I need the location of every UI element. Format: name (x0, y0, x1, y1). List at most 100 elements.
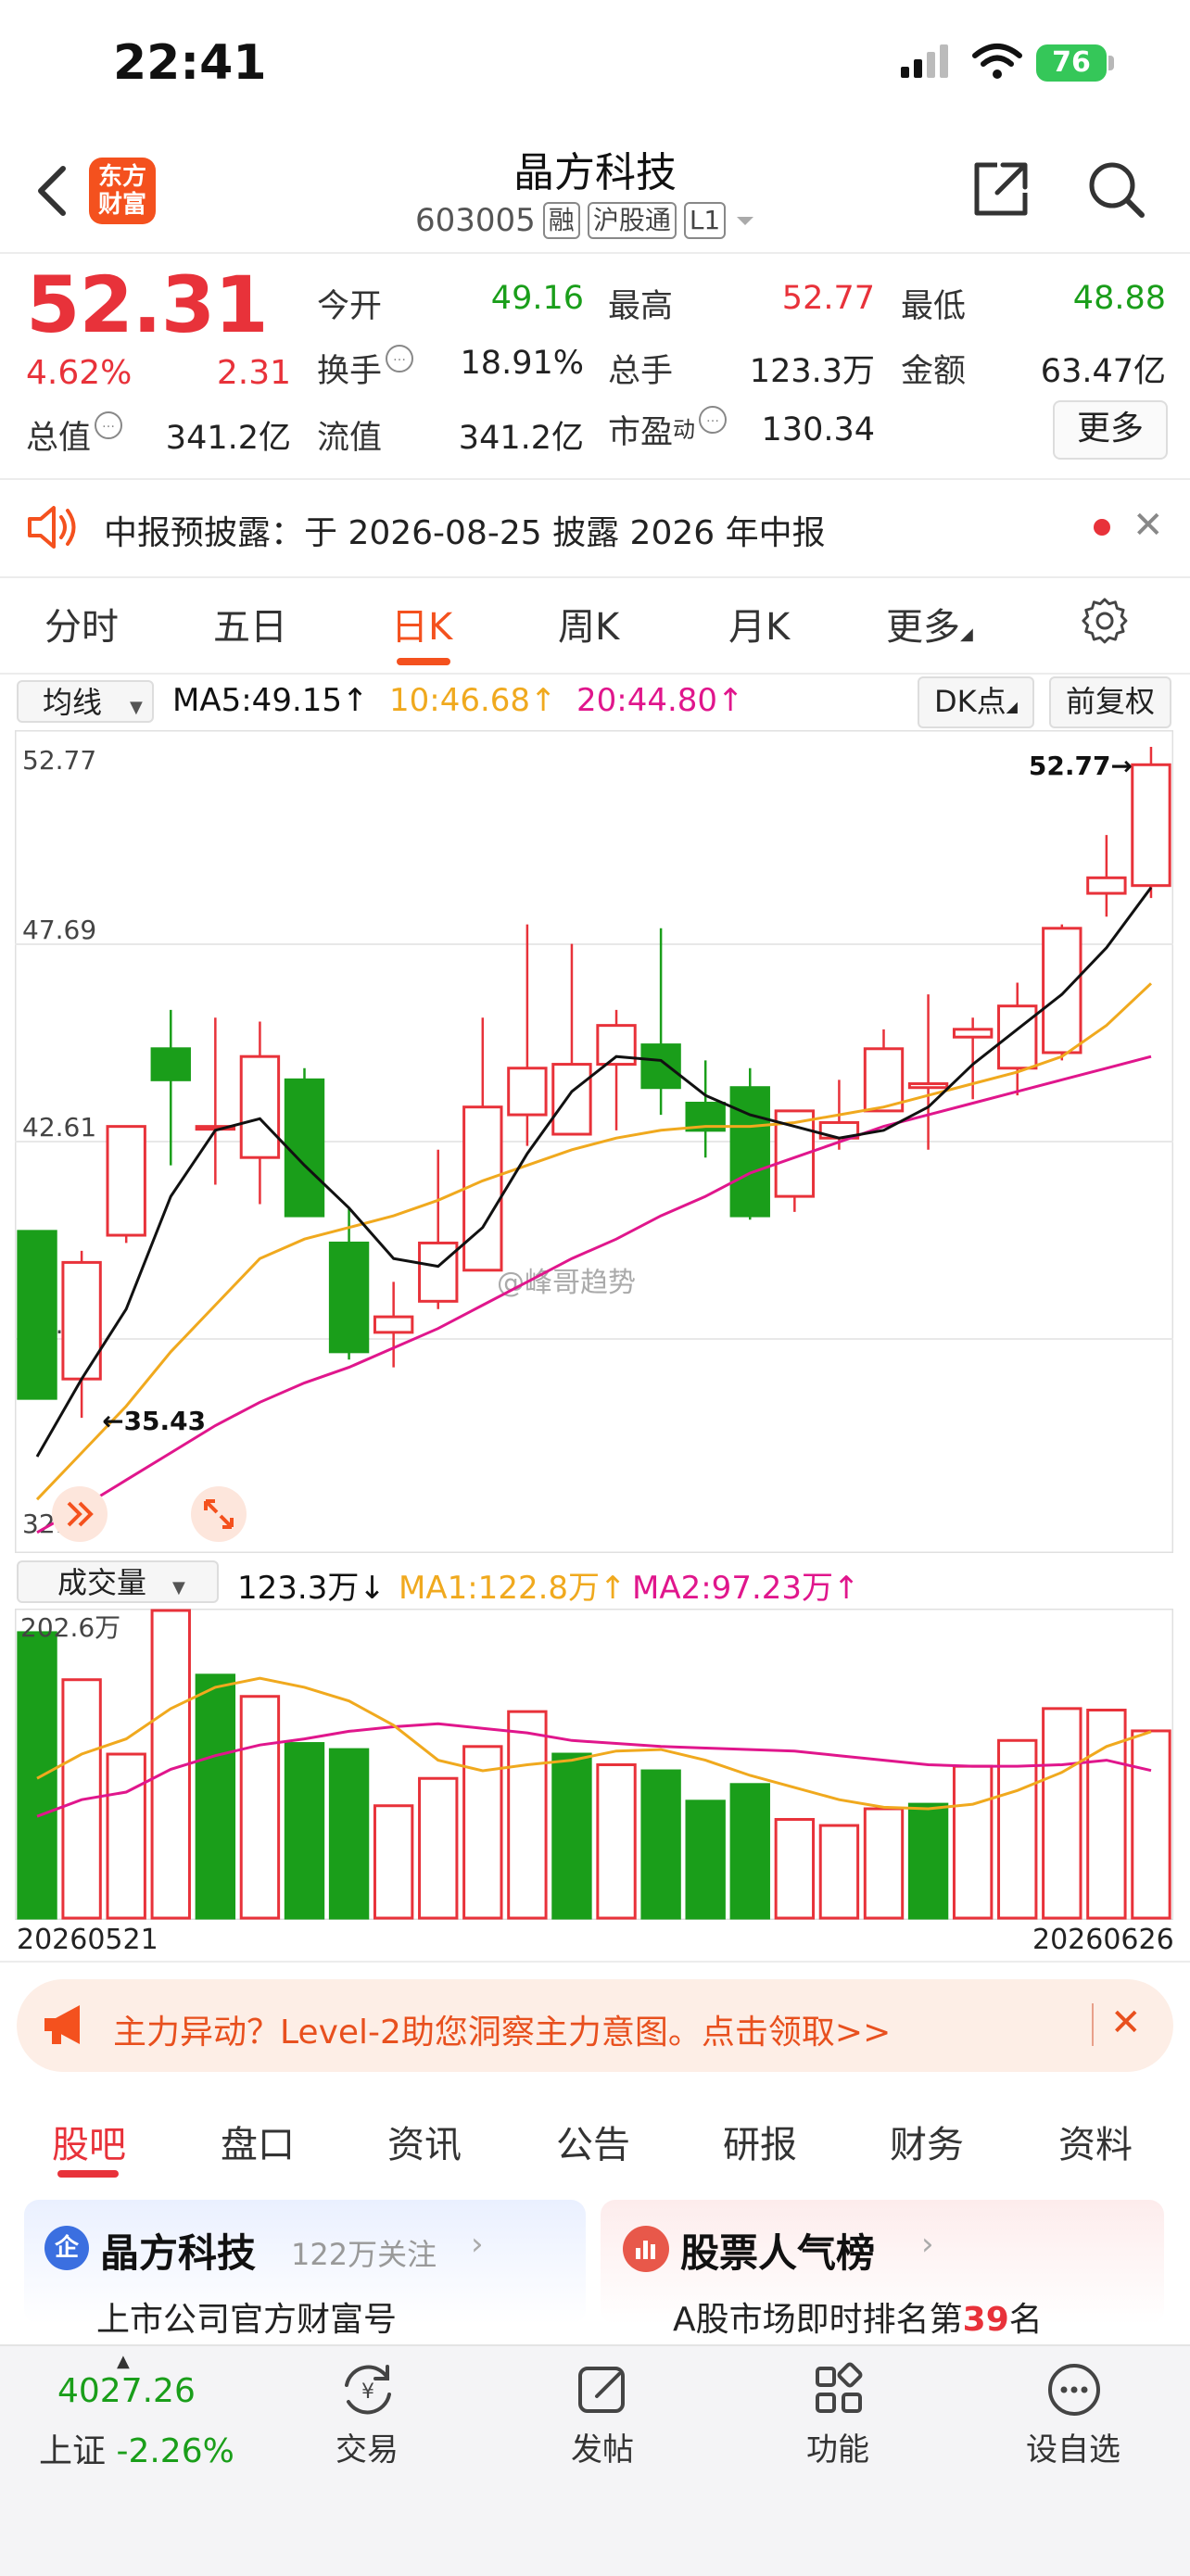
stock-code: 603005 (415, 202, 536, 239)
dropdown-arrow-icon[interactable] (733, 211, 757, 230)
company-card-sub: 上市公司官方财富号 (96, 2301, 398, 2339)
add-watchlist-icon[interactable] (1042, 2357, 1107, 2422)
share-icon[interactable] (969, 158, 1032, 221)
candle-body (106, 1125, 146, 1237)
current-price: 52.31 (26, 259, 269, 350)
mktcap-label-group[interactable]: 总值… (26, 411, 123, 459)
volume-indicator-select[interactable]: 成交量 ▼ (17, 1560, 219, 1603)
active-tab-underline (397, 658, 450, 665)
y-axis-tick-label: 47.69 (22, 915, 96, 945)
functions-grid-icon[interactable] (806, 2357, 871, 2422)
float-value: 341.2亿 (458, 420, 584, 457)
tab-monthly-k[interactable]: 月K (728, 597, 790, 650)
settings-gear-icon[interactable] (1081, 597, 1129, 645)
tab-forum[interactable]: 股吧 (52, 2115, 126, 2168)
mktcap-value: 341.2亿 (165, 420, 291, 457)
ma-indicator-select[interactable]: 均线 ▼ (17, 680, 154, 723)
nav-trade[interactable]: 交易 (293, 2424, 441, 2469)
trade-icon[interactable]: ¥ (335, 2357, 400, 2422)
tab-profile[interactable]: 资料 (1058, 2115, 1133, 2168)
high-value: 52.77 (781, 280, 875, 317)
candle-body (418, 1241, 459, 1303)
volume-bar (685, 1799, 726, 1920)
volume-label: 总手 (608, 353, 674, 390)
pe-value: 130.34 (761, 411, 875, 448)
candle-body (997, 1004, 1038, 1070)
candle-body (1086, 876, 1127, 895)
tab-orderbook[interactable]: 盘口 (221, 2115, 295, 2168)
battery-tip (1108, 56, 1114, 70)
megaphone-icon (44, 2005, 80, 2044)
index-summary[interactable]: 上证 -2.26% (39, 2424, 234, 2472)
banner-text: 主力异动？Level-2助您洞察主力意图。点击领取>> (113, 2014, 892, 2052)
nav-add-watchlist[interactable]: 设自选 (999, 2424, 1147, 2469)
chevron-right-icon: › (921, 2226, 934, 2263)
candle-body (729, 1086, 770, 1218)
pe-dynamic-sup: 动 (673, 416, 696, 443)
tab-intraday[interactable]: 分时 (44, 597, 119, 650)
pe-label-group[interactable]: 市盈动… (608, 406, 728, 453)
candle-body (1131, 763, 1171, 888)
tab-finance[interactable]: 财务 (890, 2115, 964, 2168)
close-icon[interactable]: ✕ (1110, 2001, 1142, 2044)
tab-daily-k[interactable]: 日K (391, 597, 452, 650)
volume-bar (818, 1824, 860, 1920)
caret-up-icon: ▲ (117, 2352, 130, 2371)
candle-body (1042, 927, 1082, 1054)
tab-five-day[interactable]: 五日 (213, 597, 287, 650)
ma20-readout: 20:44.80↑ (576, 682, 744, 719)
info-icon: … (386, 345, 414, 373)
change-percent: 4.62% (26, 354, 133, 392)
high-annotation: 52.77→ (1029, 751, 1133, 781)
svg-text:¥: ¥ (361, 2380, 374, 2404)
dk-point-button[interactable]: DK点◢ (918, 676, 1034, 728)
watermark-text: @峰哥趋势 (497, 1267, 636, 1299)
volume-bar (952, 1764, 994, 1920)
search-icon[interactable] (1084, 158, 1147, 221)
turnover-label-group[interactable]: 换手… (317, 345, 414, 392)
mktcap-label: 总值 (26, 420, 92, 457)
ma5-readout: MA5:49.15↑ (172, 682, 369, 719)
speaker-icon (28, 506, 76, 549)
nav-functions[interactable]: 功能 (764, 2424, 912, 2469)
candle-body (373, 1315, 414, 1334)
chart-divider (0, 1961, 1190, 1963)
enterprise-badge-icon: 企 (44, 2226, 89, 2270)
volume-chart[interactable]: 202.6万 (15, 1609, 1173, 1920)
notice-text: 中报预披露：于 2026-08-25 披露 2026 年中报 (104, 514, 826, 552)
volume-bar (195, 1673, 236, 1920)
popularity-card-sub: A股市场即时排名第39名 (673, 2301, 1043, 2339)
unread-dot (1094, 519, 1110, 536)
tab-weekly-k[interactable]: 周K (558, 597, 619, 650)
volume-bar (418, 1776, 459, 1920)
chart-start-date: 20260521 (17, 1924, 158, 1956)
cellular-signal-icon (901, 44, 948, 78)
volume-value: 123.3万 (749, 353, 875, 390)
tab-news[interactable]: 资讯 (387, 2115, 462, 2168)
nav-post[interactable]: 发帖 (528, 2424, 677, 2469)
tab-announcements[interactable]: 公告 (556, 2115, 630, 2168)
status-time: 22:41 (113, 35, 267, 91)
more-quote-button[interactable]: 更多 (1053, 400, 1168, 460)
tab-research[interactable]: 研报 (723, 2115, 797, 2168)
adjust-mode-button[interactable]: 前复权 (1049, 676, 1171, 728)
compose-icon[interactable] (571, 2357, 636, 2422)
volume-bar (328, 1748, 370, 1920)
volume-bar (239, 1695, 281, 1920)
candle-body (284, 1078, 325, 1218)
tab-more[interactable]: 更多◢ (886, 597, 973, 650)
index-value[interactable]: 4027.26 (57, 2372, 196, 2410)
candle-body (150, 1047, 191, 1081)
candlestick-chart[interactable]: 52.7747.6942.6137.5332.45@峰哥趋势52.77→←35.… (15, 730, 1173, 1553)
volume-ma1-readout: MA1:122.8万↑ (399, 1570, 627, 1607)
ranking-chart-icon (623, 2226, 669, 2272)
wifi-icon (972, 44, 1022, 79)
stock-code-row: 603005 融 沪股通 L1 (415, 202, 757, 239)
candle-body (239, 1054, 281, 1159)
notice-divider (0, 576, 1190, 578)
rank-number: 39 (962, 2301, 1009, 2339)
volume-bar (863, 1807, 905, 1920)
close-icon[interactable]: ✕ (1133, 504, 1164, 547)
volume-bar (1042, 1707, 1082, 1920)
volume-readout: 123.3万↓ (237, 1570, 386, 1607)
